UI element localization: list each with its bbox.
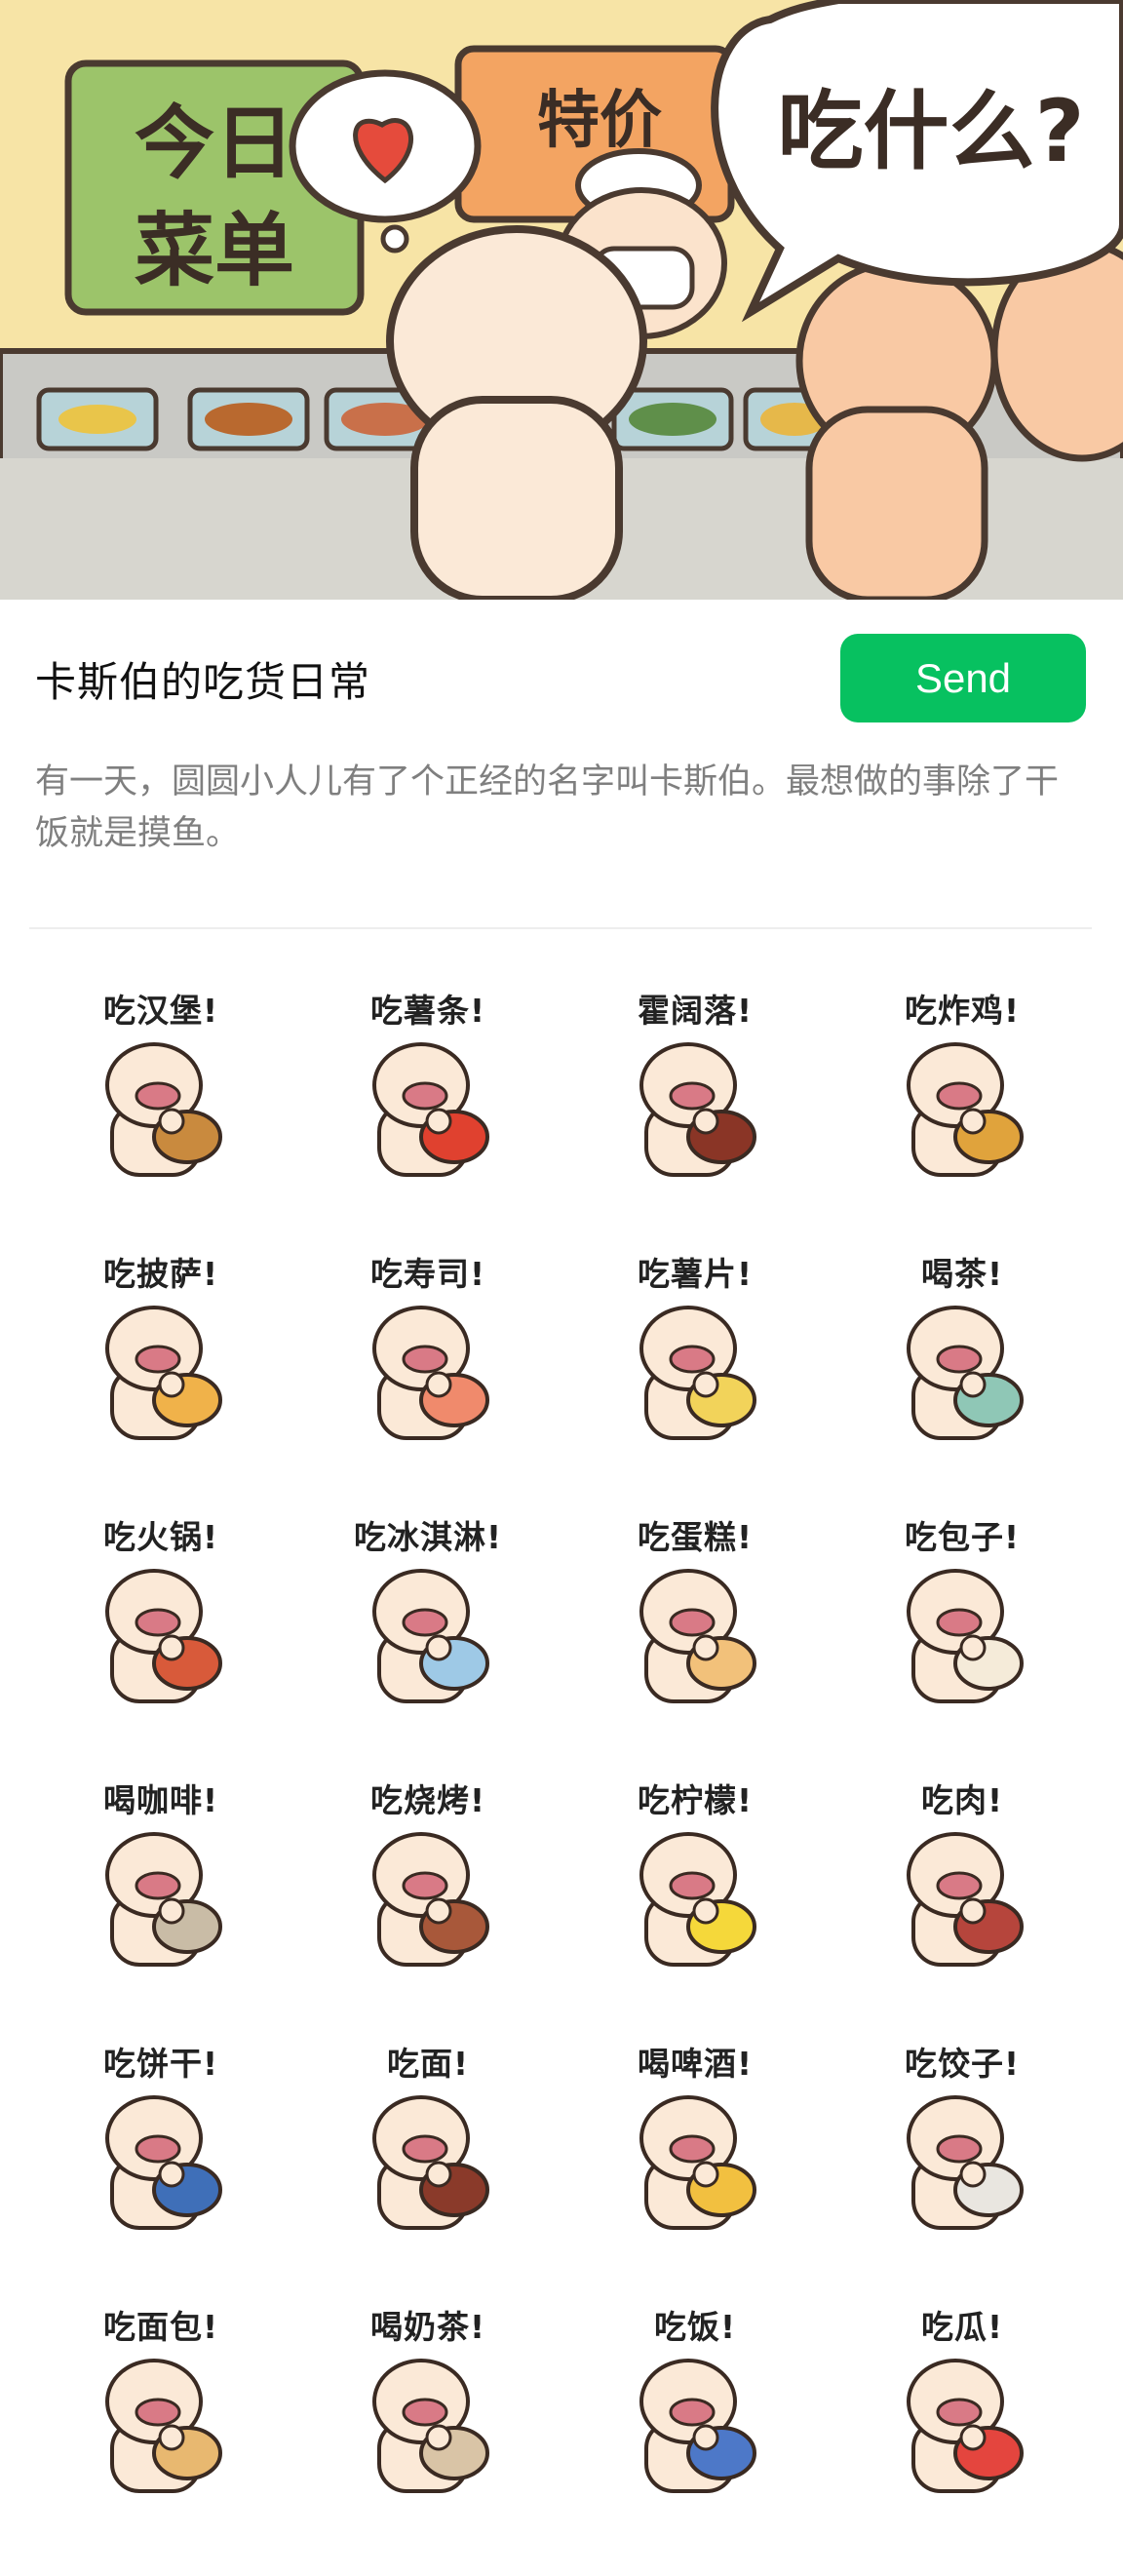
sticker-caption: 吃包子! (904, 1518, 1021, 1556)
bun-sticker-art (907, 1569, 1024, 1703)
sticker-item[interactable]: 吃蛋糕! (562, 1492, 829, 1755)
beer-sticker-art (639, 2095, 756, 2230)
sticker-caption: 吃饺子! (904, 2045, 1021, 2083)
sticker-item[interactable]: 霍阔落! (562, 965, 829, 1229)
sticker-caption: 吃饭! (653, 2308, 737, 2346)
tea-sticker-art (907, 1306, 1024, 1440)
sticker-item[interactable]: 吃汉堡! (27, 965, 294, 1229)
pizza-sticker-art (105, 1306, 222, 1440)
cake-sticker-art (639, 1569, 756, 1703)
sticker-caption: 喝啤酒! (637, 2045, 754, 2083)
sticker-caption: 喝奶茶! (369, 2308, 486, 2346)
sticker-caption: 吃面! (386, 2045, 470, 2083)
sticker-caption: 吃炸鸡! (904, 992, 1021, 1030)
sticker-item[interactable]: 吃披萨! (27, 1229, 294, 1492)
meat-sticker-art (907, 1832, 1024, 1967)
dumplings-sticker-art (907, 2095, 1024, 2230)
sticker-caption: 吃寿司! (369, 1255, 486, 1293)
sushi-sticker-art (372, 1306, 489, 1440)
banner-menu-line1: 今日 (135, 98, 294, 190)
sticker-item[interactable]: 喝啤酒! (562, 2018, 829, 2282)
divider (29, 927, 1092, 929)
sticker-caption: 喝咖啡! (102, 1781, 219, 1819)
sticker-caption: 吃汉堡! (102, 992, 219, 1030)
sticker-caption: 吃薯条! (369, 992, 486, 1030)
sticker-caption: 吃蛋糕! (637, 1518, 754, 1556)
sticker-item[interactable]: 吃寿司! (294, 1229, 562, 1492)
milktea-sticker-art (372, 2359, 489, 2493)
chips-sticker-art (639, 1306, 756, 1440)
sticker-pack-title: 卡斯伯的吃货日常 (35, 658, 371, 706)
sticker-caption: 吃薯片! (637, 1255, 754, 1293)
fries-sticker-art (372, 1042, 489, 1177)
bbq-sticker-art (372, 1832, 489, 1967)
banner-menu-line2: 菜单 (135, 205, 294, 297)
banner-special-label: 特价 (537, 85, 662, 157)
sticker-item[interactable]: 吃面包! (27, 2282, 294, 2545)
sticker-item[interactable]: 喝咖啡! (27, 1755, 294, 2018)
burger-sticker-art (105, 1042, 222, 1177)
sticker-caption: 吃肉! (920, 1781, 1004, 1819)
hotpot-sticker-art (105, 1569, 222, 1703)
sticker-item[interactable]: 吃面! (294, 2018, 562, 2282)
sticker-item[interactable]: 吃烧烤! (294, 1755, 562, 2018)
lemon-sticker-art (639, 1832, 756, 1967)
sticker-grid: 吃汉堡! 吃薯条! 霍阔落! 吃炸鸡! 吃披萨! 吃寿司! 吃薯片! 喝茶! 吃火锅! 吃冰淇淋!… (27, 965, 1096, 2545)
sticker-caption: 吃柠檬! (637, 1781, 754, 1819)
coffee-sticker-art (105, 1832, 222, 1967)
sticker-pack-description: 有一天，圆圆小人儿有了个正经的名字叫卡斯伯。最想做的事除了干饭就是摸鱼。 (35, 762, 1060, 853)
sticker-caption: 吃面包! (102, 2308, 219, 2346)
sticker-item[interactable]: 吃包子! (829, 1492, 1096, 1755)
icecream-sticker-art (372, 1569, 489, 1703)
sticker-caption: 吃烧烤! (369, 1781, 486, 1819)
sticker-item[interactable]: 吃肉! (829, 1755, 1096, 2018)
sticker-caption: 霍阔落! (637, 992, 754, 1030)
sticker-item[interactable]: 吃薯片! (562, 1229, 829, 1492)
sticker-item[interactable]: 吃炸鸡! (829, 965, 1096, 1229)
sticker-item[interactable]: 吃饭! (562, 2282, 829, 2545)
sticker-item[interactable]: 吃瓜! (829, 2282, 1096, 2545)
sticker-item[interactable]: 吃冰淇淋! (294, 1492, 562, 1755)
sticker-item[interactable]: 喝奶茶! (294, 2282, 562, 2545)
sticker-caption: 喝茶! (920, 1255, 1004, 1293)
noodles-sticker-art (372, 2095, 489, 2230)
sticker-caption: 吃瓜! (920, 2308, 1004, 2346)
sticker-item[interactable]: 吃薯条! (294, 965, 562, 1229)
chicken-sticker-art (907, 1042, 1024, 1177)
bread-sticker-art (105, 2359, 222, 2493)
banner-speech-bubble-text: 吃什么? (777, 81, 1084, 181)
cookies-sticker-art (105, 2095, 222, 2230)
sticker-caption: 吃披萨! (102, 1255, 219, 1293)
cola-sticker-art (639, 1042, 756, 1177)
rice-sticker-art (639, 2359, 756, 2493)
sticker-item[interactable]: 吃火锅! (27, 1492, 294, 1755)
sticker-item[interactable]: 喝茶! (829, 1229, 1096, 1492)
send-button[interactable]: Send (840, 634, 1086, 722)
sticker-caption: 吃冰淇淋! (353, 1518, 503, 1556)
sticker-item[interactable]: 吃饼干! (27, 2018, 294, 2282)
sticker-caption: 吃火锅! (102, 1518, 219, 1556)
sticker-caption: 吃饼干! (102, 2045, 219, 2083)
sticker-item[interactable]: 吃柠檬! (562, 1755, 829, 2018)
sticker-item[interactable]: 吃饺子! (829, 2018, 1096, 2282)
sticker-pack-banner: 今日 菜单 特价 吃什么? (0, 0, 1123, 600)
watermelon-sticker-art (907, 2359, 1024, 2493)
